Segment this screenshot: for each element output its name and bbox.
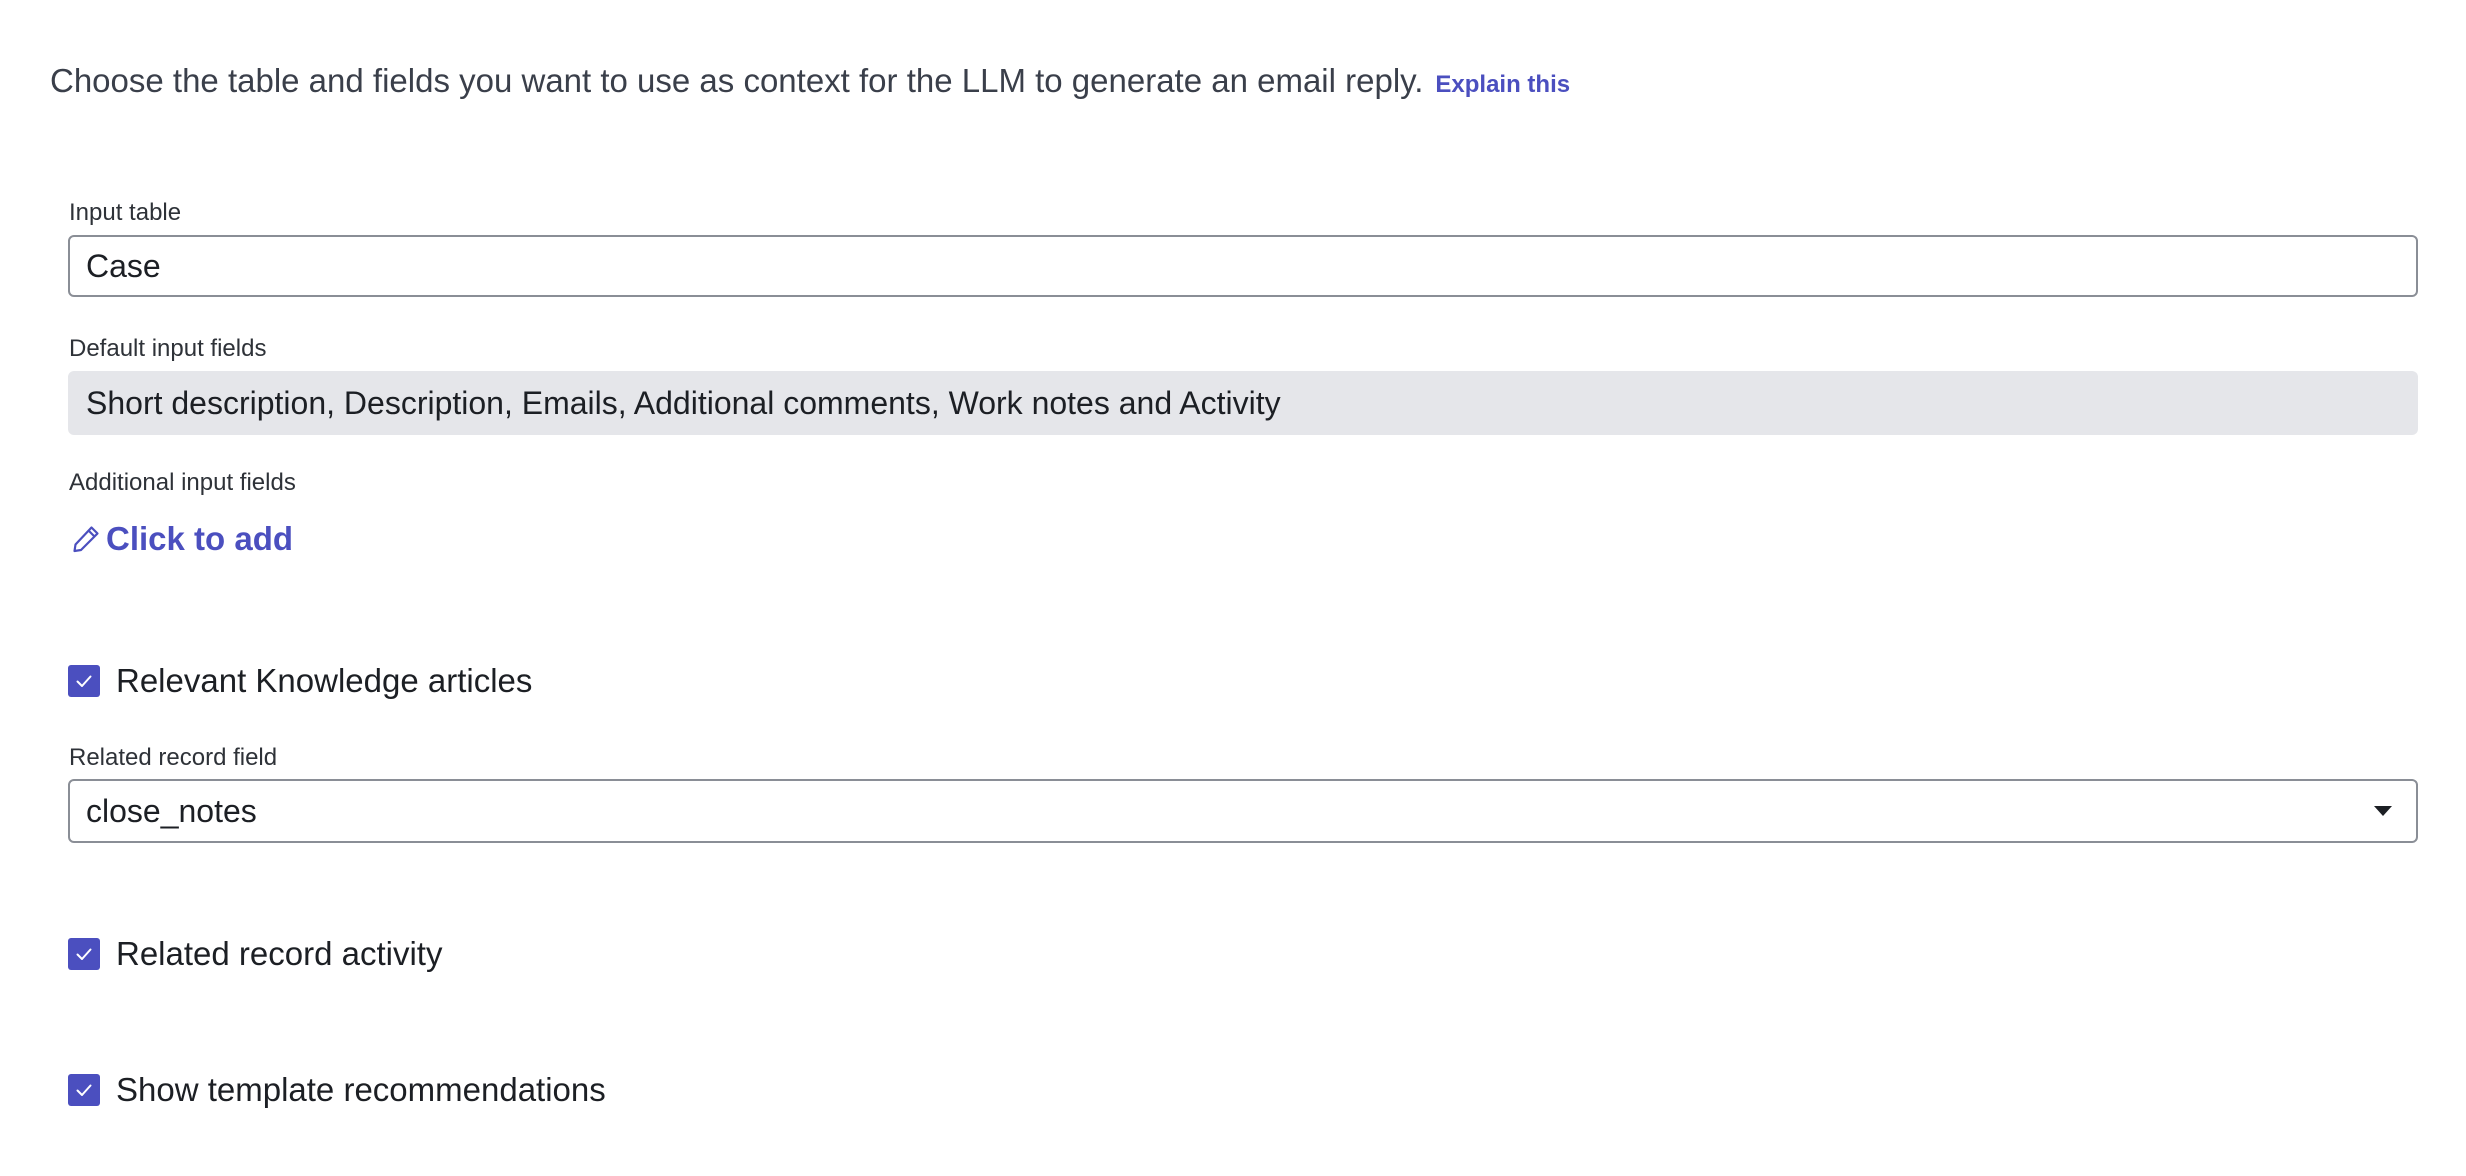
relevant-knowledge-checkbox-row[interactable]: Relevant Knowledge articles [68,662,532,700]
intro-text: Choose the table and fields you want to … [50,62,1424,99]
template-recommendations-label: Show template recommendations [116,1071,606,1108]
input-table-field[interactable] [68,235,2418,297]
related-record-field-label: Related record field [69,744,278,771]
template-recommendations-checkbox-row[interactable]: Show template recommendations [68,1071,606,1109]
related-record-activity-checkbox[interactable] [68,938,100,970]
template-recommendations-checkbox[interactable] [68,1074,100,1106]
input-table-label: Input table [69,199,182,226]
pencil-icon [70,523,102,555]
click-to-add-button[interactable]: Click to add [70,520,293,558]
check-icon [76,948,92,960]
explain-this-link[interactable]: Explain this [1435,71,1570,99]
intro-line: Choose the table and fields you want to … [50,62,1570,100]
check-icon [76,1084,92,1096]
related-record-activity-checkbox-row[interactable]: Related record activity [68,935,442,973]
chevron-down-icon [2374,806,2392,816]
related-record-field-value: close_notes [86,792,257,829]
relevant-knowledge-checkbox[interactable] [68,665,100,697]
check-icon [76,675,92,687]
related-record-activity-label: Related record activity [116,935,443,972]
click-to-add-label: Click to add [106,520,294,557]
related-record-field-select[interactable]: close_notes [68,779,2418,843]
default-input-fields-value: Short description, Description, Emails, … [68,371,2418,435]
relevant-knowledge-label: Relevant Knowledge articles [116,662,533,699]
default-input-fields-label: Default input fields [69,335,267,362]
additional-input-fields-label: Additional input fields [69,469,296,496]
